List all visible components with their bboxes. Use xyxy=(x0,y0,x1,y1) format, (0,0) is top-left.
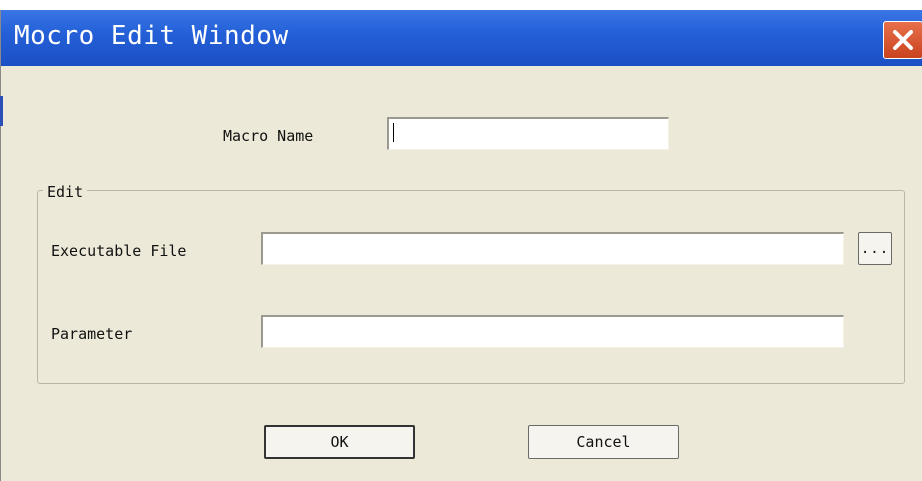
edit-group-title: Edit xyxy=(43,183,88,201)
browse-button[interactable]: ... xyxy=(858,232,892,265)
macro-name-label: Macro Name xyxy=(223,127,314,145)
close-button[interactable] xyxy=(883,21,922,59)
title-bar[interactable]: Mocro Edit Window xyxy=(1,10,922,66)
background-strip xyxy=(0,0,922,10)
edit-groupbox xyxy=(37,190,905,384)
executable-file-input[interactable] xyxy=(263,234,843,264)
macro-name-field[interactable] xyxy=(387,117,669,150)
macro-name-input[interactable] xyxy=(389,119,668,149)
window-title: Mocro Edit Window xyxy=(14,21,289,51)
parameter-input[interactable] xyxy=(263,317,843,347)
macro-edit-dialog: Mocro Edit Window Macro Name Edit Execut… xyxy=(0,10,922,481)
text-cursor xyxy=(393,123,394,142)
parameter-field[interactable] xyxy=(261,315,844,348)
executable-file-field[interactable] xyxy=(261,232,844,265)
close-x-icon xyxy=(893,30,913,50)
ok-button[interactable]: OK xyxy=(264,425,415,459)
cancel-button[interactable]: Cancel xyxy=(528,425,679,459)
executable-file-label: Executable File xyxy=(51,242,187,260)
left-edge-accent xyxy=(0,96,3,126)
parameter-label: Parameter xyxy=(51,325,133,343)
